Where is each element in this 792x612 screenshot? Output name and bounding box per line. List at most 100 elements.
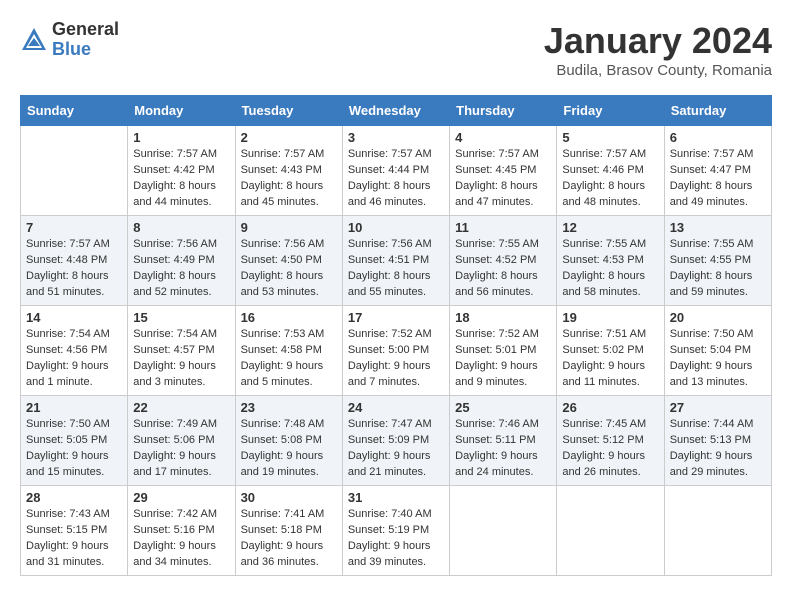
calendar-cell: 9 Sunrise: 7:56 AM Sunset: 4:50 PM Daylig… <box>235 216 342 306</box>
calendar-cell: 8 Sunrise: 7:56 AM Sunset: 4:49 PM Daylig… <box>128 216 235 306</box>
weekday-header-sunday: Sunday <box>21 96 128 126</box>
day-detail: Sunrise: 7:55 AM Sunset: 4:55 PM Dayligh… <box>670 237 766 301</box>
day-number: 19 <box>562 310 658 325</box>
day-detail: Sunrise: 7:43 AM Sunset: 5:15 PM Dayligh… <box>26 507 122 571</box>
day-number: 15 <box>133 310 229 325</box>
day-number: 11 <box>455 220 551 235</box>
calendar-cell: 19 Sunrise: 7:51 AM Sunset: 5:02 PM Dayli… <box>557 306 664 396</box>
day-detail: Sunrise: 7:56 AM Sunset: 4:50 PM Dayligh… <box>241 237 337 301</box>
calendar-cell: 28Sunrise: 7:43 AM Sunset: 5:15 PM Dayli… <box>21 486 128 576</box>
day-detail: Sunrise: 7:56 AM Sunset: 4:49 PM Dayligh… <box>133 237 229 301</box>
day-detail: Sunrise: 7:57 AM Sunset: 4:47 PM Dayligh… <box>670 147 766 211</box>
day-number: 4 <box>455 130 551 145</box>
header: General Blue January 2024 Budila, Brasov… <box>20 20 772 79</box>
calendar-cell: 29 Sunrise: 7:42 AM Sunset: 5:16 PM Dayli… <box>128 486 235 576</box>
calendar-cell: 5 Sunrise: 7:57 AM Sunset: 4:46 PM Daylig… <box>557 126 664 216</box>
logo-blue-text: Blue <box>52 40 119 60</box>
day-detail: Sunrise: 7:42 AM Sunset: 5:16 PM Dayligh… <box>133 507 229 571</box>
logo: General Blue <box>20 20 119 60</box>
week-row-1: 1 Sunrise: 7:57 AM Sunset: 4:42 PM Daylig… <box>21 126 772 216</box>
calendar-cell: 24 Sunrise: 7:47 AM Sunset: 5:09 PM Dayli… <box>342 396 449 486</box>
calendar-table: SundayMondayTuesdayWednesdayThursdayFrid… <box>20 95 772 576</box>
day-detail: Sunrise: 7:46 AM Sunset: 5:11 PM Dayligh… <box>455 417 551 481</box>
weekday-header-row: SundayMondayTuesdayWednesdayThursdayFrid… <box>21 96 772 126</box>
calendar-cell <box>664 486 771 576</box>
title-area: January 2024 Budila, Brasov County, Roma… <box>544 20 772 79</box>
day-detail: Sunrise: 7:52 AM Sunset: 5:00 PM Dayligh… <box>348 327 444 391</box>
logo-general-text: General <box>52 20 119 40</box>
day-detail: Sunrise: 7:57 AM Sunset: 4:42 PM Dayligh… <box>133 147 229 211</box>
day-detail: Sunrise: 7:50 AM Sunset: 5:04 PM Dayligh… <box>670 327 766 391</box>
weekday-header-tuesday: Tuesday <box>235 96 342 126</box>
day-detail: Sunrise: 7:57 AM Sunset: 4:44 PM Dayligh… <box>348 147 444 211</box>
day-number: 31 <box>348 490 444 505</box>
calendar-cell <box>557 486 664 576</box>
day-detail: Sunrise: 7:57 AM Sunset: 4:45 PM Dayligh… <box>455 147 551 211</box>
day-detail: Sunrise: 7:57 AM Sunset: 4:48 PM Dayligh… <box>26 237 122 301</box>
calendar-cell: 21 Sunrise: 7:50 AM Sunset: 5:05 PM Dayli… <box>21 396 128 486</box>
day-detail: Sunrise: 7:52 AM Sunset: 5:01 PM Dayligh… <box>455 327 551 391</box>
day-number: 14 <box>26 310 122 325</box>
calendar-cell: 17 Sunrise: 7:52 AM Sunset: 5:00 PM Dayli… <box>342 306 449 396</box>
day-number: 2 <box>241 130 337 145</box>
day-number: 21 <box>26 400 122 415</box>
day-number: 29 <box>133 490 229 505</box>
calendar-cell: 26Sunrise: 7:45 AM Sunset: 5:12 PM Dayli… <box>557 396 664 486</box>
calendar-cell: 22Sunrise: 7:49 AM Sunset: 5:06 PM Dayli… <box>128 396 235 486</box>
day-detail: Sunrise: 7:40 AM Sunset: 5:19 PM Dayligh… <box>348 507 444 571</box>
calendar-cell: 10 Sunrise: 7:56 AM Sunset: 4:51 PM Dayli… <box>342 216 449 306</box>
day-number: 20 <box>670 310 766 325</box>
day-detail: Sunrise: 7:57 AM Sunset: 4:46 PM Dayligh… <box>562 147 658 211</box>
day-number: 22 <box>133 400 229 415</box>
day-detail: Sunrise: 7:45 AM Sunset: 5:12 PM Dayligh… <box>562 417 658 481</box>
day-detail: Sunrise: 7:54 AM Sunset: 4:57 PM Dayligh… <box>133 327 229 391</box>
weekday-header-friday: Friday <box>557 96 664 126</box>
day-detail: Sunrise: 7:47 AM Sunset: 5:09 PM Dayligh… <box>348 417 444 481</box>
day-number: 9 <box>241 220 337 235</box>
calendar-cell: 27 Sunrise: 7:44 AM Sunset: 5:13 PM Dayli… <box>664 396 771 486</box>
calendar-cell: 1 Sunrise: 7:57 AM Sunset: 4:42 PM Daylig… <box>128 126 235 216</box>
calendar-cell: 7Sunrise: 7:57 AM Sunset: 4:48 PM Daylig… <box>21 216 128 306</box>
calendar-cell: 25 Sunrise: 7:46 AM Sunset: 5:11 PM Dayli… <box>450 396 557 486</box>
calendar-cell: 11 Sunrise: 7:55 AM Sunset: 4:52 PM Dayli… <box>450 216 557 306</box>
day-detail: Sunrise: 7:44 AM Sunset: 5:13 PM Dayligh… <box>670 417 766 481</box>
calendar-cell: 23Sunrise: 7:48 AM Sunset: 5:08 PM Dayli… <box>235 396 342 486</box>
calendar-cell: 4 Sunrise: 7:57 AM Sunset: 4:45 PM Daylig… <box>450 126 557 216</box>
day-number: 24 <box>348 400 444 415</box>
day-detail: Sunrise: 7:41 AM Sunset: 5:18 PM Dayligh… <box>241 507 337 571</box>
day-number: 6 <box>670 130 766 145</box>
calendar-cell: 16Sunrise: 7:53 AM Sunset: 4:58 PM Dayli… <box>235 306 342 396</box>
week-row-5: 28Sunrise: 7:43 AM Sunset: 5:15 PM Dayli… <box>21 486 772 576</box>
week-row-4: 21 Sunrise: 7:50 AM Sunset: 5:05 PM Dayli… <box>21 396 772 486</box>
day-number: 27 <box>670 400 766 415</box>
calendar-cell: 12Sunrise: 7:55 AM Sunset: 4:53 PM Dayli… <box>557 216 664 306</box>
calendar-cell: 2 Sunrise: 7:57 AM Sunset: 4:43 PM Daylig… <box>235 126 342 216</box>
day-number: 18 <box>455 310 551 325</box>
day-number: 25 <box>455 400 551 415</box>
day-detail: Sunrise: 7:51 AM Sunset: 5:02 PM Dayligh… <box>562 327 658 391</box>
day-number: 3 <box>348 130 444 145</box>
day-number: 5 <box>562 130 658 145</box>
day-number: 10 <box>348 220 444 235</box>
weekday-header-wednesday: Wednesday <box>342 96 449 126</box>
day-number: 17 <box>348 310 444 325</box>
week-row-3: 14Sunrise: 7:54 AM Sunset: 4:56 PM Dayli… <box>21 306 772 396</box>
weekday-header-monday: Monday <box>128 96 235 126</box>
day-detail: Sunrise: 7:55 AM Sunset: 4:52 PM Dayligh… <box>455 237 551 301</box>
calendar-cell <box>450 486 557 576</box>
weekday-header-thursday: Thursday <box>450 96 557 126</box>
calendar-cell: 3 Sunrise: 7:57 AM Sunset: 4:44 PM Daylig… <box>342 126 449 216</box>
calendar-cell: 15 Sunrise: 7:54 AM Sunset: 4:57 PM Dayli… <box>128 306 235 396</box>
day-detail: Sunrise: 7:53 AM Sunset: 4:58 PM Dayligh… <box>241 327 337 391</box>
day-number: 30 <box>241 490 337 505</box>
day-detail: Sunrise: 7:50 AM Sunset: 5:05 PM Dayligh… <box>26 417 122 481</box>
calendar-cell: 18 Sunrise: 7:52 AM Sunset: 5:01 PM Dayli… <box>450 306 557 396</box>
day-number: 1 <box>133 130 229 145</box>
day-detail: Sunrise: 7:57 AM Sunset: 4:43 PM Dayligh… <box>241 147 337 211</box>
calendar-cell: 30 Sunrise: 7:41 AM Sunset: 5:18 PM Dayli… <box>235 486 342 576</box>
day-detail: Sunrise: 7:56 AM Sunset: 4:51 PM Dayligh… <box>348 237 444 301</box>
day-number: 8 <box>133 220 229 235</box>
week-row-2: 7Sunrise: 7:57 AM Sunset: 4:48 PM Daylig… <box>21 216 772 306</box>
weekday-header-saturday: Saturday <box>664 96 771 126</box>
calendar-cell: 20 Sunrise: 7:50 AM Sunset: 5:04 PM Dayli… <box>664 306 771 396</box>
